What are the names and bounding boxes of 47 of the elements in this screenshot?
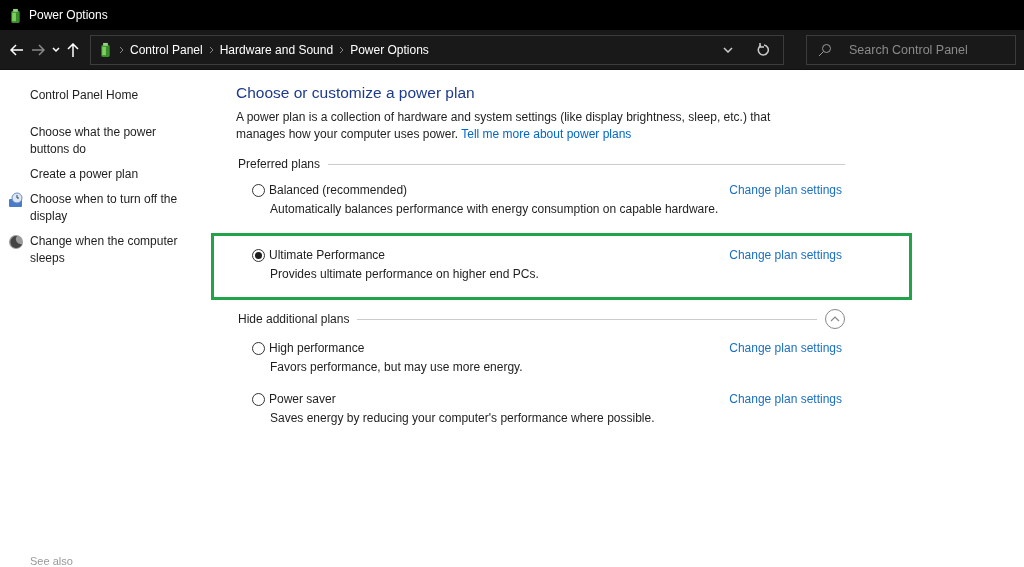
plan-settings-link[interactable]: Change plan settings <box>729 341 842 355</box>
address-bar[interactable]: Control Panel Hardware and Sound Power Options <box>90 34 784 65</box>
chevron-right-icon <box>119 45 124 54</box>
plan-description: Saves energy by reducing your computer's performance where possible. <box>270 411 656 425</box>
monitor-clock-icon <box>8 192 24 208</box>
plan-name: Ultimate Performance <box>269 248 386 262</box>
plan-settings-link[interactable]: Change plan settings <box>729 392 842 406</box>
chevron-down-icon <box>51 46 60 53</box>
plan-description: Provides ultimate performance on higher end PCs. <box>270 267 540 281</box>
radio-button[interactable] <box>252 341 265 355</box>
radio-button[interactable] <box>252 183 265 197</box>
breadcrumb[interactable]: Control Panel <box>130 42 203 57</box>
plan-name: Balanced (recommended) <box>269 183 408 197</box>
radio-button[interactable] <box>252 248 265 262</box>
dropdown-icon[interactable] <box>723 46 733 53</box>
search-icon <box>818 42 832 57</box>
plan-name: Power saver <box>269 392 336 406</box>
breadcrumb[interactable]: Power Options <box>350 42 429 57</box>
search-field[interactable]: Search Control Panel <box>806 34 1016 65</box>
collapse-button[interactable] <box>825 309 845 329</box>
plan-name: High performance <box>269 341 365 355</box>
intro-text: A power plan is a collection of hardware and system settings (like display brightness, sleep, etc.) that manages how your computer uses power. Tell me more about power plans <box>236 109 772 143</box>
up-arrow-icon <box>67 42 80 57</box>
plan-description: Automatically balances performance with energy consumption on capable hardware. <box>270 202 720 216</box>
radio-button[interactable] <box>252 392 265 406</box>
chevron-right-icon <box>339 45 345 54</box>
help-link[interactable]: Tell me more about power plans <box>461 127 632 141</box>
back-arrow-icon <box>9 43 24 56</box>
refresh-icon[interactable] <box>757 42 771 57</box>
sidebar-link[interactable]: Choose when to turn off the display <box>30 191 195 225</box>
group-title: Preferred plans <box>238 157 321 171</box>
breadcrumb[interactable]: Hardware and Sound <box>219 42 334 57</box>
plan-settings-link[interactable]: Change plan settings <box>729 248 842 262</box>
sidebar-link[interactable]: Choose what the power buttons do <box>30 124 195 158</box>
sidebar-link[interactable]: Control Panel Home <box>30 87 195 104</box>
moon-icon <box>8 234 24 250</box>
section-label: See also <box>30 555 73 567</box>
sidebar-link[interactable]: Create a power plan <box>30 166 195 183</box>
plan-settings-link[interactable]: Change plan settings <box>729 183 842 197</box>
plan-description: Favors performance, but may use more energy. <box>270 360 524 374</box>
sidebar-link[interactable]: Change when the computer sleeps <box>30 233 195 267</box>
chevron-right-icon <box>208 45 214 54</box>
window-title: Power Options <box>29 8 108 22</box>
page-heading: Choose or customize a power plan <box>236 84 476 102</box>
chevron-up-icon <box>830 316 840 322</box>
group-title: Hide additional plans <box>238 312 350 326</box>
forward-arrow-icon <box>31 43 46 56</box>
